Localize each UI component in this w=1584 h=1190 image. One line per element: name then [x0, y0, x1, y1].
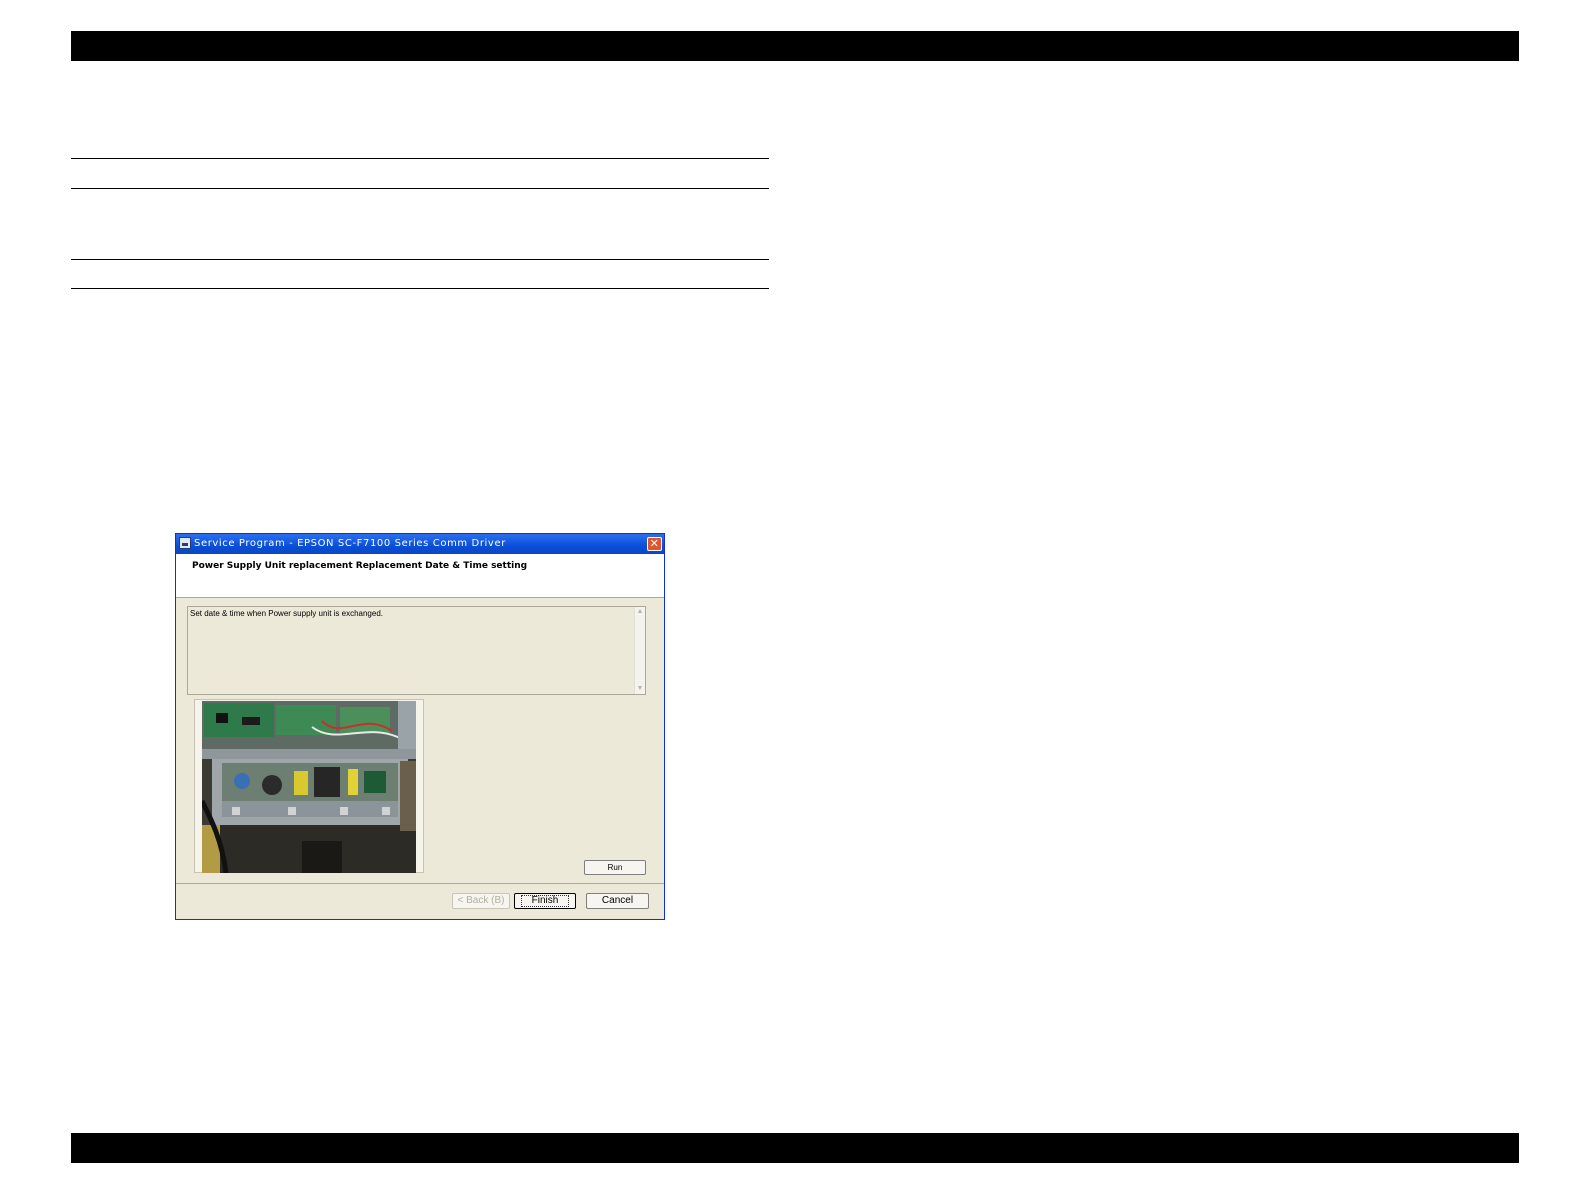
instruction-image-frame — [194, 699, 424, 873]
page-footer-bar — [71, 1133, 1519, 1163]
scroll-down-arrow-icon[interactable]: ▼ — [635, 684, 645, 694]
app-icon — [179, 537, 191, 549]
table-rule — [71, 158, 769, 159]
dialog-header-text: Power Supply Unit replacement Replacemen… — [192, 561, 528, 571]
finish-button-label: Finish — [520, 895, 570, 907]
dialog-titlebar[interactable]: Service Program - EPSON SC-F7100 Series … — [176, 534, 664, 554]
power-supply-photo — [202, 701, 416, 873]
dialog-title: Service Program - EPSON SC-F7100 Series … — [194, 538, 506, 549]
description-text: Set date & time when Power supply unit i… — [190, 609, 383, 618]
page-header-bar — [71, 31, 1519, 61]
table-rule — [71, 259, 769, 260]
run-button[interactable]: Run — [584, 860, 646, 875]
dialog-header: Power Supply Unit replacement Replacemen… — [176, 554, 664, 598]
footer-separator — [176, 883, 664, 884]
finish-button[interactable]: Finish — [514, 893, 576, 909]
cancel-button[interactable]: Cancel — [586, 893, 649, 909]
scroll-up-arrow-icon[interactable]: ▲ — [635, 607, 645, 617]
table-rule — [71, 188, 769, 189]
service-program-dialog: Service Program - EPSON SC-F7100 Series … — [175, 533, 665, 920]
description-textbox[interactable]: Set date & time when Power supply unit i… — [187, 606, 646, 695]
table-rule — [71, 288, 769, 289]
close-button[interactable]: ✕ — [647, 537, 662, 551]
description-scrollbar[interactable]: ▲ ▼ — [634, 607, 645, 694]
back-button[interactable]: < Back (B) — [452, 893, 510, 909]
